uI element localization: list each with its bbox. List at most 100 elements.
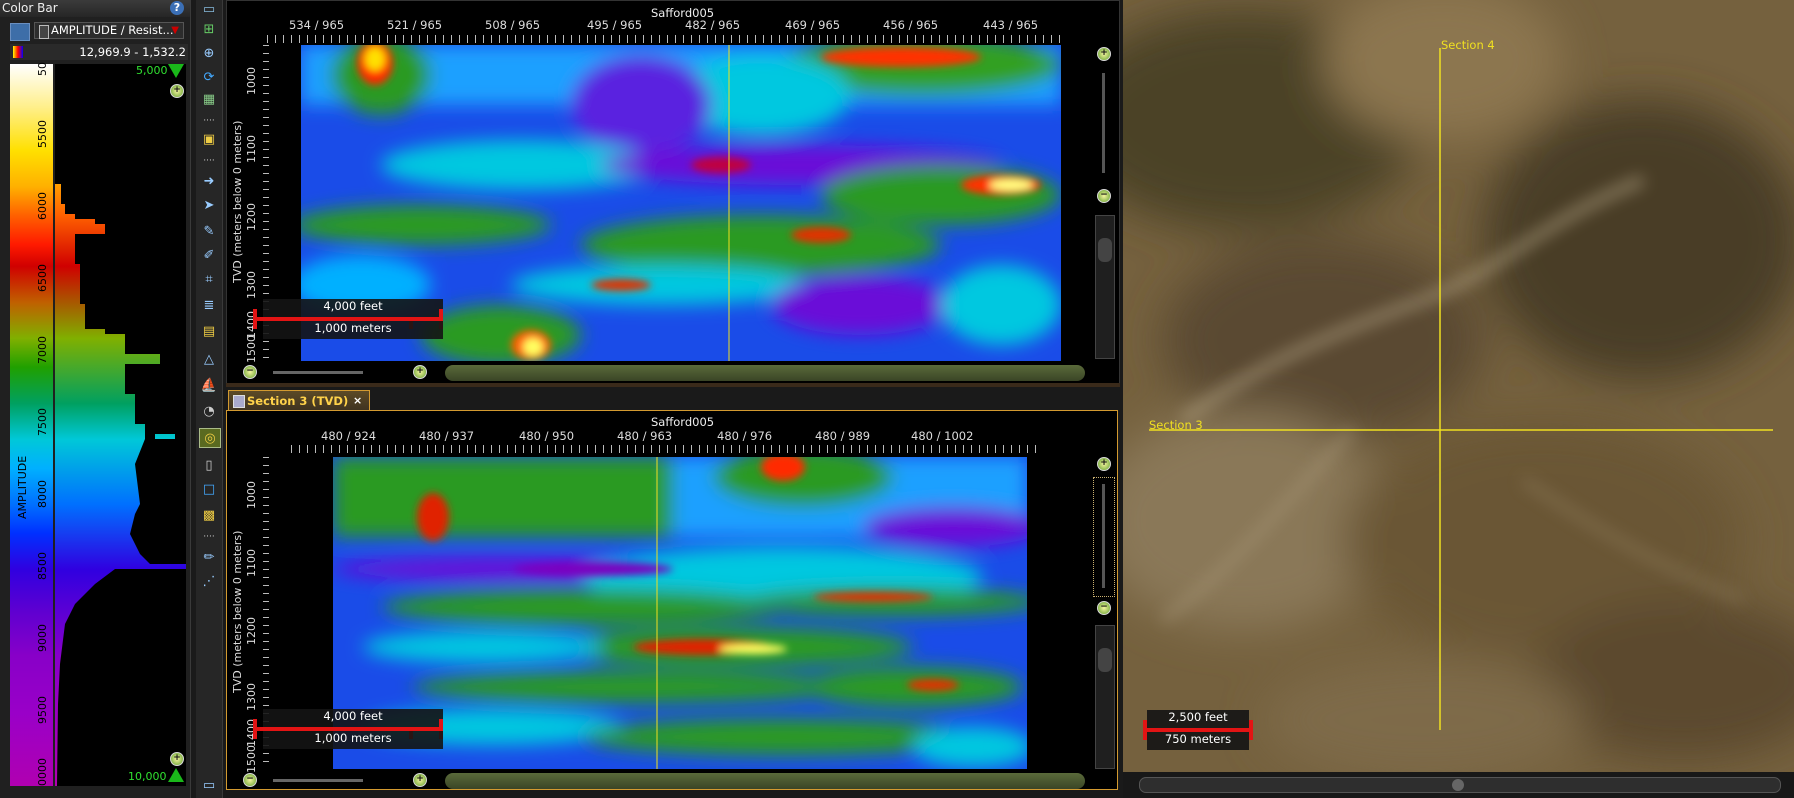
zoom-in-icon[interactable]: + xyxy=(413,365,427,379)
zoom-in-icon[interactable]: + xyxy=(1097,457,1111,471)
image-icon[interactable]: ▩ xyxy=(199,506,219,524)
x-tick: 480 / 950 xyxy=(519,429,575,443)
x-tick: 456 / 965 xyxy=(883,18,939,32)
section-4-label[interactable]: Section 4 xyxy=(1441,38,1495,52)
select-tool-icon[interactable]: ▭ xyxy=(199,0,219,18)
color-tick: 5500 xyxy=(36,120,49,148)
brush-icon[interactable]: ✏ xyxy=(199,548,219,566)
satellite-terrain xyxy=(1123,0,1794,772)
pick-icon[interactable]: ✐ xyxy=(199,246,219,264)
horizontal-scrollbar[interactable] xyxy=(445,365,1085,381)
tab-section-3[interactable]: Section 3 (TVD) × xyxy=(228,390,370,411)
color-bar-title: Color Bar xyxy=(2,1,58,15)
rotate-icon[interactable]: ⟳ xyxy=(199,68,219,86)
range-row: 12,969.9 - 1,532.2 xyxy=(10,44,188,60)
triangle-icon[interactable]: △ xyxy=(199,350,219,368)
scale-meters-label: 1,000 meters xyxy=(314,321,392,335)
scale-meters-box: 1,000 meters xyxy=(263,321,443,339)
map-horizontal-scrollbar[interactable] xyxy=(1139,777,1781,793)
color-bar-header: Color Bar ? xyxy=(0,0,190,17)
layer-icon[interactable]: ▣ xyxy=(199,130,219,148)
color-axis-label: AMPLITUDE xyxy=(16,455,29,519)
color-tick: 8000 xyxy=(36,480,49,508)
camera-icon[interactable]: ▤ xyxy=(199,322,219,340)
zoom-out-icon[interactable]: − xyxy=(1097,601,1111,615)
zoom-in-icon[interactable]: + xyxy=(1097,47,1111,61)
horizontal-scrollbar[interactable] xyxy=(445,773,1085,789)
y-tick: 1100 xyxy=(245,135,258,163)
y-axis-label: TVD (meters below 0 meters) xyxy=(231,120,244,283)
scroll-thumb[interactable] xyxy=(1098,648,1112,672)
scale-tick xyxy=(253,719,257,739)
vertical-zoom-slider[interactable] xyxy=(1102,73,1105,173)
scale-indicator: 4,000 feet 1,000 meters xyxy=(253,299,443,341)
x-tick: 534 / 965 xyxy=(289,18,345,32)
scale-feet-box: 2,500 feet xyxy=(1147,710,1249,728)
satellite-map-view[interactable]: Section 4 Section 3 2,500 feet 750 meter… xyxy=(1123,0,1794,772)
min-handle-icon[interactable] xyxy=(168,768,184,782)
sail-icon[interactable]: ⛵ xyxy=(199,376,219,394)
zoom-out-icon[interactable]: − xyxy=(1097,189,1111,203)
help-icon[interactable]: ? xyxy=(170,1,184,15)
rectangle-icon[interactable]: □ xyxy=(199,480,219,498)
max-handle-icon[interactable] xyxy=(168,64,184,78)
color-tick: 6000 xyxy=(36,192,49,220)
map-scale-indicator: 2,500 feet 750 meters xyxy=(1143,710,1253,752)
horizontal-zoom-slider[interactable] xyxy=(273,371,363,374)
x-tick: 480 / 989 xyxy=(815,429,871,443)
crop-icon[interactable]: ⌗ xyxy=(199,270,219,288)
dish-icon[interactable]: ◔ xyxy=(199,402,219,420)
x-tick: 480 / 924 xyxy=(321,429,377,443)
document-icon[interactable]: ▯ xyxy=(199,456,219,474)
scale-feet-label: 4,000 feet xyxy=(323,709,383,723)
zoom-icon[interactable]: ⊕ xyxy=(199,44,219,62)
colormap-edit-icon[interactable] xyxy=(10,23,30,41)
color-tick: 8500 xyxy=(36,552,49,580)
scale-tick xyxy=(1249,720,1253,740)
scale-tick xyxy=(253,309,257,329)
panel-splitter[interactable] xyxy=(226,383,1120,387)
collapse-icon[interactable]: ▭ xyxy=(199,776,219,794)
color-tick: 7000 xyxy=(36,336,49,364)
scale-meters-box: 750 meters xyxy=(1147,732,1249,750)
vertical-scrollbar[interactable] xyxy=(1095,625,1115,769)
attribute-select[interactable]: AMPLITUDE / Resist... ▼ xyxy=(34,22,184,39)
scroll-thumb[interactable] xyxy=(1098,238,1112,262)
y-tick: 1300 xyxy=(245,271,258,299)
histogram-svg xyxy=(55,64,186,786)
stack-icon[interactable]: ≣ xyxy=(199,296,219,314)
pointer-icon[interactable]: ➤ xyxy=(199,196,219,214)
x-tick: 480 / 937 xyxy=(419,429,475,443)
x-tick: 508 / 965 xyxy=(485,18,541,32)
tab-label: Section 3 (TVD) xyxy=(247,394,349,408)
close-icon[interactable]: × xyxy=(353,394,362,407)
zoom-out-icon[interactable]: − xyxy=(243,773,257,787)
connect-icon[interactable]: ⋰ xyxy=(199,572,219,590)
zoom-in-icon[interactable]: + xyxy=(170,84,184,98)
separator-icon: ···· xyxy=(203,532,215,542)
chevron-down-icon: ▼ xyxy=(171,25,179,36)
pencil-icon[interactable]: ✎ xyxy=(199,222,219,240)
color-bar-panel: Color Bar ? AMPLITUDE / Resist... ▼ 12,9… xyxy=(0,0,191,798)
vertical-scrollbar[interactable] xyxy=(1095,215,1115,359)
vertical-toolbar: ▭ ⊞ ⊕ ⟳ ▦ ···· ▣ ···· ➜ ➤ ✎ ✐ ⌗ ≣ ▤ △ ⛵ … xyxy=(196,0,223,798)
zoom-fit-icon[interactable]: ⊞ xyxy=(199,20,219,38)
scale-meters-box: 1,000 meters xyxy=(263,731,443,749)
zoom-out-icon[interactable]: − xyxy=(243,365,257,379)
vertical-zoom-slider[interactable] xyxy=(1093,477,1115,597)
color-tick: 6500 xyxy=(36,264,49,292)
scale-meters-label: 1,000 meters xyxy=(314,731,392,745)
zoom-in-icon[interactable]: + xyxy=(170,752,184,766)
zoom-in-icon[interactable]: + xyxy=(413,773,427,787)
horizontal-zoom-slider[interactable] xyxy=(273,779,363,782)
color-gradient-scale[interactable]: AMPLITUDE 50 5500 6000 6500 7000 7500 80… xyxy=(10,62,53,786)
range-swatch-icon xyxy=(13,46,23,58)
scroll-thumb[interactable] xyxy=(1452,779,1464,791)
scale-meters-label: 750 meters xyxy=(1164,732,1232,746)
y-tick: 1100 xyxy=(245,549,258,577)
section-3-label[interactable]: Section 3 xyxy=(1149,418,1203,432)
grid-icon[interactable]: ▦ xyxy=(199,90,219,108)
arrow-right-icon[interactable]: ➜ xyxy=(199,172,219,190)
x-tick: 480 / 963 xyxy=(617,429,673,443)
target-icon[interactable]: ◎ xyxy=(199,428,221,448)
